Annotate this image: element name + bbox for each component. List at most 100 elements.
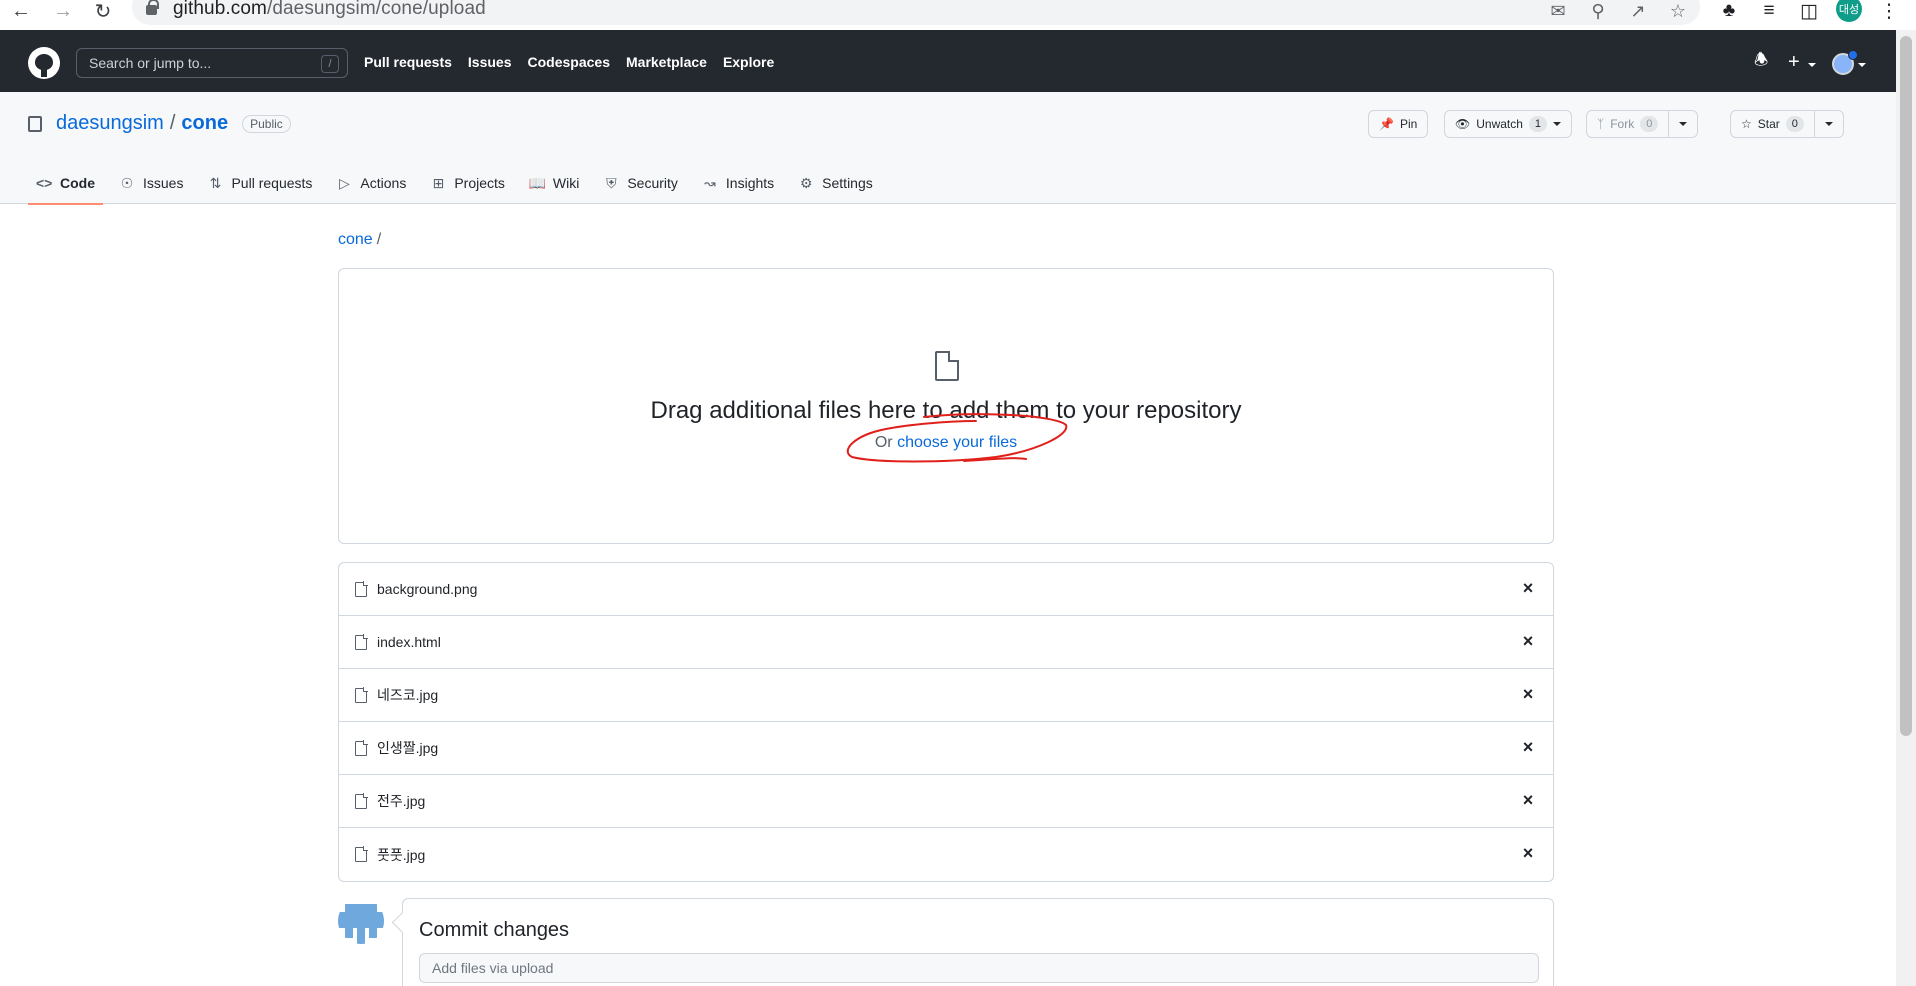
graph-icon: ↝ (704, 174, 716, 191)
global-nav: Pull requests Issues Codespaces Marketpl… (364, 54, 774, 70)
commit-title: Commit changes (419, 919, 570, 941)
repo-header: daesungsim / cone Public 📌 Pin 👁 Unwatch 1 … (0, 92, 1896, 205)
side-panel-icon[interactable]: ◫ (1794, 0, 1824, 22)
plus-icon[interactable]: + (1788, 48, 1800, 76)
list-item: background.png × (339, 563, 1553, 616)
file-icon (355, 846, 368, 862)
nav-codespaces[interactable]: Codespaces (528, 54, 610, 70)
file-icon (935, 351, 959, 381)
star-count: 0 (1785, 116, 1804, 132)
list-item: 풋풋.jpg × (339, 828, 1553, 881)
gear-icon: ⚙ (799, 174, 813, 191)
scrollbar-thumb[interactable] (1900, 36, 1912, 736)
file-name: 인생짤.jpg (377, 740, 439, 756)
url-text: github.com/daesungsim/cone/upload (173, 0, 486, 19)
unwatch-button[interactable]: 👁 Unwatch 1 (1444, 110, 1573, 138)
translate-icon[interactable]: ✉ (1544, 0, 1572, 22)
page-scrollbar[interactable] (1896, 30, 1916, 986)
repo-owner-link[interactable]: daesungsim (56, 112, 164, 135)
commit-form: Commit changes (402, 898, 1554, 986)
uploaded-files-list: background.png × index.html × 네즈코.jpg × 인생짤… (338, 562, 1554, 882)
reading-list-icon[interactable]: ≡ (1754, 0, 1784, 22)
file-name: index.html (377, 634, 441, 650)
remove-file-button[interactable]: × (1519, 579, 1537, 597)
file-icon (355, 792, 368, 809)
choose-files-link[interactable]: choose your files (897, 434, 1017, 451)
menu-icon[interactable]: ⋮ (1874, 0, 1904, 22)
star-dropdown[interactable] (1813, 111, 1843, 137)
search-placeholder: Search or jump to... (89, 55, 212, 71)
fork-dropdown[interactable] (1668, 111, 1697, 137)
file-name: 풋풋.jpg (377, 846, 426, 863)
list-item: 네즈코.jpg × (339, 669, 1553, 722)
share-icon[interactable]: ↗ (1624, 0, 1652, 22)
breadcrumb-separator: / (376, 231, 382, 248)
tab-security[interactable]: ⛨ Security (595, 162, 686, 204)
breadcrumb-repo-link[interactable]: cone (338, 231, 373, 248)
visibility-badge: Public (242, 114, 291, 133)
drop-zone-subtitle: Or choose your files (874, 434, 1018, 451)
repo-tabs: <> Code ☉ Issues ⇅ Pull requests ▷ Actions ⊞… (28, 162, 881, 205)
zoom-icon[interactable]: ⚲ (1584, 0, 1612, 22)
nav-marketplace[interactable]: Marketplace (626, 54, 707, 70)
file-icon (355, 633, 368, 650)
file-drop-zone[interactable]: Drag additional files here to add them t… (338, 268, 1554, 544)
file-name: background.png (377, 581, 478, 597)
search-shortcut-key: / (321, 55, 339, 73)
fork-count: 0 (1640, 116, 1659, 132)
star-icon: ☆ (1741, 117, 1752, 131)
tab-issues[interactable]: ☉ Issues (111, 162, 191, 204)
repo-name-link[interactable]: cone (181, 112, 228, 135)
user-avatar[interactable] (1832, 50, 1858, 75)
remove-file-button[interactable]: × (1519, 791, 1537, 809)
file-name: 전주.jpg (377, 793, 426, 809)
repo-icon (28, 115, 42, 132)
fork-icon: ᛉ (1597, 117, 1605, 131)
play-icon: ▷ (339, 174, 350, 191)
code-icon: <> (36, 175, 53, 191)
pin-button[interactable]: 📌 Pin (1368, 110, 1429, 138)
create-caret-icon[interactable] (1808, 63, 1816, 67)
star-button[interactable]: ☆ Star 0 (1730, 110, 1844, 138)
tab-wiki[interactable]: 📖 Wiki (521, 162, 587, 204)
user-caret-icon[interactable] (1858, 63, 1866, 67)
table-icon: ⊞ (432, 174, 445, 191)
browser-toolbar: ← → ↻ github.com/daesungsim/cone/upload … (0, 0, 1916, 30)
github-logo-icon[interactable] (28, 47, 60, 79)
back-icon[interactable]: ← (6, 0, 36, 22)
pull-request-icon: ⇅ (209, 174, 222, 191)
tab-insights[interactable]: ↝ Insights (694, 162, 782, 204)
bookmark-star-icon[interactable]: ☆ (1664, 0, 1692, 22)
address-bar[interactable]: github.com/daesungsim/cone/upload (132, 0, 1700, 25)
issue-icon: ☉ (120, 174, 134, 191)
nav-pull-requests[interactable]: Pull requests (364, 54, 452, 70)
tab-projects[interactable]: ⊞ Projects (422, 162, 513, 204)
tab-settings[interactable]: ⚙ Settings (790, 162, 881, 204)
drop-zone-title: Drag additional files here to add them t… (650, 397, 1242, 424)
forward-icon[interactable]: → (48, 0, 78, 22)
remove-file-button[interactable]: × (1519, 632, 1537, 650)
search-input[interactable]: Search or jump to... / (76, 48, 348, 78)
commit-author-avatar (338, 898, 384, 944)
profile-avatar[interactable]: 대성 (1836, 0, 1862, 22)
remove-file-button[interactable]: × (1519, 685, 1537, 703)
repo-separator: / (169, 112, 176, 134)
bell-icon[interactable]: 🕭 (1754, 48, 1768, 76)
list-item: 전주.jpg × (339, 775, 1553, 828)
repo-title: daesungsim / cone Public (28, 112, 291, 135)
tab-code[interactable]: <> Code (28, 162, 103, 205)
nav-issues[interactable]: Issues (468, 54, 512, 70)
list-item: 인생짤.jpg × (339, 722, 1553, 775)
tab-pull-requests[interactable]: ⇅ Pull requests (199, 162, 320, 204)
remove-file-button[interactable]: × (1519, 738, 1537, 756)
shield-icon: ⛨ (606, 174, 617, 191)
tab-actions[interactable]: ▷ Actions (328, 162, 414, 204)
extensions-icon[interactable]: ♣ (1714, 0, 1744, 22)
file-icon (355, 580, 368, 597)
fork-button[interactable]: ᛉ Fork 0 (1586, 110, 1699, 138)
reload-icon[interactable]: ↻ (88, 0, 118, 23)
commit-message-input[interactable] (419, 953, 1539, 983)
github-header: Search or jump to... / Pull requests Iss… (0, 30, 1896, 92)
nav-explore[interactable]: Explore (723, 54, 774, 70)
remove-file-button[interactable]: × (1519, 844, 1537, 862)
